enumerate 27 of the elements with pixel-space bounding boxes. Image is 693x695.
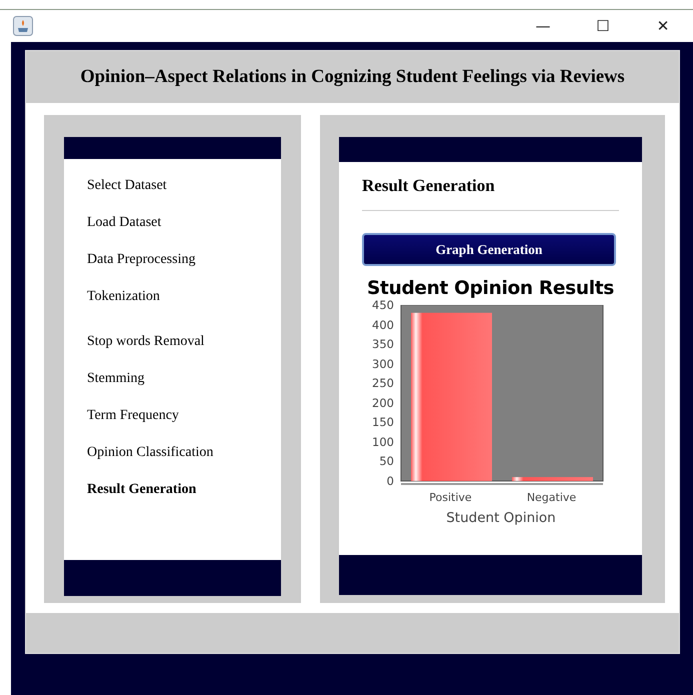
y-tick-label: 300 bbox=[372, 358, 394, 370]
x-tick-label: Positive bbox=[428, 491, 473, 504]
sidebar-item[interactable]: Stemming bbox=[87, 370, 145, 387]
graph-generation-button[interactable]: Graph Generation bbox=[362, 233, 616, 266]
y-tick-label: 350 bbox=[372, 338, 394, 350]
y-tick-label: 200 bbox=[372, 396, 394, 409]
sidebar-item[interactable]: Select Dataset bbox=[87, 177, 167, 194]
x-tick-label: Negative bbox=[526, 491, 578, 504]
y-tick-label: 400 bbox=[372, 318, 394, 331]
app-icon bbox=[13, 16, 33, 36]
app-title: Opinion–Aspect Relations in Cognizing Student Feelings via Reviews bbox=[80, 66, 625, 88]
y-tick-label: 100 bbox=[372, 436, 394, 448]
y-tick-label: 150 bbox=[372, 416, 394, 428]
chart-title: Student Opinion Results bbox=[366, 278, 615, 299]
sidebar-item[interactable]: Stop words Removal bbox=[87, 333, 204, 350]
sidebar-item[interactable]: Data Preprocessing bbox=[87, 251, 196, 268]
sidebar-item[interactable]: Tokenization bbox=[87, 288, 160, 305]
x-axis-label: Student Opinion bbox=[445, 510, 557, 526]
y-tick-label: 50 bbox=[379, 455, 394, 468]
sidebar-item[interactable]: Opinion Classification bbox=[87, 444, 214, 461]
y-tick-label: 0 bbox=[386, 475, 394, 487]
y-tick-label: 250 bbox=[372, 377, 394, 390]
y-tick-label: 450 bbox=[372, 299, 394, 311]
sidebar-item[interactable]: Result Generation bbox=[87, 481, 196, 498]
sidebar-item[interactable]: Load Dataset bbox=[87, 214, 162, 231]
section-heading: Result Generation bbox=[362, 176, 496, 196]
sidebar-item[interactable]: Term Frequency bbox=[87, 407, 179, 424]
